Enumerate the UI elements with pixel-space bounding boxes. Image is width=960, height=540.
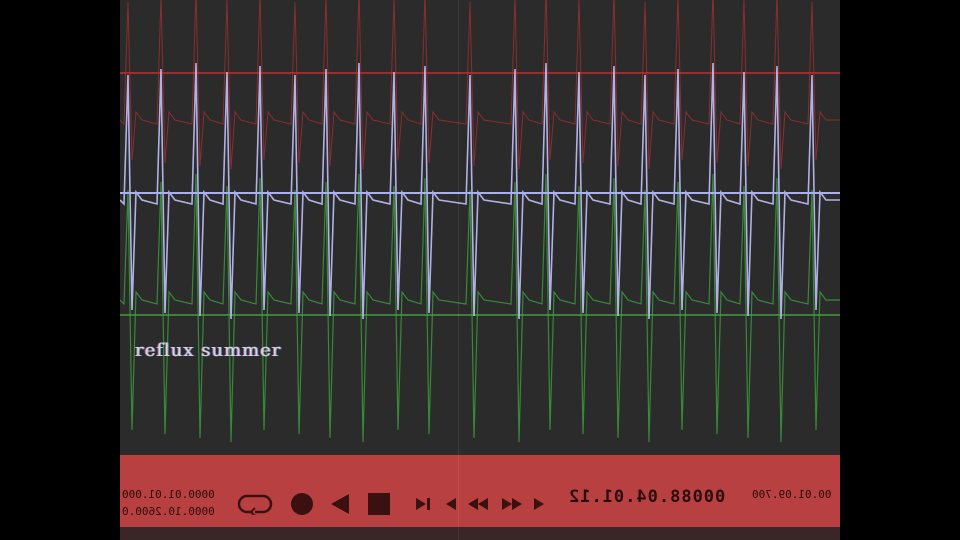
timecode-left-top: 0000.01.01.000: [122, 488, 215, 501]
timecode-right: 00.01.09.700: [752, 488, 832, 501]
step-forward-icon: [534, 498, 544, 510]
green-trace: [120, 173, 840, 443]
record-button[interactable]: [288, 490, 316, 518]
loop-icon: [237, 494, 273, 515]
center-guide-line: [458, 0, 459, 540]
play-reverse-button[interactable]: [328, 490, 352, 518]
fast-forward-button[interactable]: [500, 490, 524, 518]
stop-icon: [368, 493, 390, 515]
timecode-main: 00088.04.01.12: [568, 487, 726, 507]
step-forward-button[interactable]: [532, 490, 546, 518]
rewind-button[interactable]: [466, 490, 490, 518]
overlay-title: reflux summer: [135, 340, 282, 361]
fast-forward-icon: [502, 498, 522, 510]
skip-to-end-icon: [416, 498, 430, 510]
timecode-left-bottom: 0000.10.2600.0: [122, 505, 215, 518]
stop-button[interactable]: [366, 490, 392, 518]
record-icon: [291, 493, 313, 515]
play-reverse-icon: [331, 494, 349, 514]
oscilloscope-window: reflux summer 0000.01.01.000 0000.10.260…: [120, 0, 840, 540]
rewind-icon: [468, 498, 488, 510]
step-back-icon: [446, 498, 456, 510]
step-back-button[interactable]: [444, 490, 458, 518]
waveform-display: [120, 0, 840, 443]
loop-button[interactable]: [236, 490, 274, 518]
skip-to-end-button[interactable]: [414, 490, 432, 518]
transport-footer: [120, 527, 840, 540]
